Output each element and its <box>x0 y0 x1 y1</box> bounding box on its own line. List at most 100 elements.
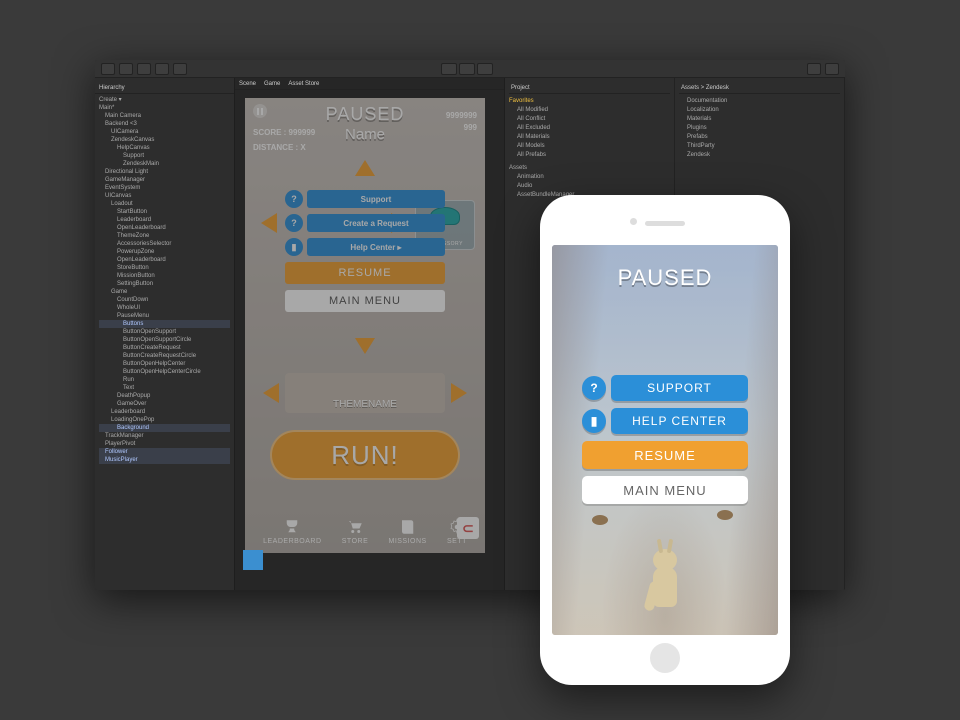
arrow-left-icon[interactable] <box>263 383 279 403</box>
hierarchy-item[interactable]: MissionButton <box>99 272 230 280</box>
hierarchy-item[interactable]: Buttons <box>99 320 230 328</box>
nav-missions[interactable]: MISSIONS <box>388 518 426 545</box>
step-button[interactable] <box>477 63 493 75</box>
hierarchy-item[interactable]: GameManager <box>99 176 230 184</box>
hierarchy-item[interactable]: Text <box>99 384 230 392</box>
phone-help-center-button[interactable]: HELP CENTER <box>611 408 748 434</box>
book-icon[interactable]: ▮ <box>285 238 303 256</box>
support-button[interactable]: Support <box>307 190 445 208</box>
project-item[interactable]: Zendesk <box>679 151 840 160</box>
theme-selector[interactable]: THEMENAME <box>285 373 445 413</box>
project-item[interactable]: Plugins <box>679 124 840 133</box>
hierarchy-item[interactable]: Game <box>99 288 230 296</box>
help-center-button[interactable]: Help Center ▸ <box>307 238 445 256</box>
hierarchy-item[interactable]: LoadingOnePop <box>99 416 230 424</box>
hierarchy-item[interactable]: UICanvas <box>99 192 230 200</box>
project-item[interactable]: ThirdParty <box>679 142 840 151</box>
hierarchy-item[interactable]: HelpCanvas <box>99 144 230 152</box>
project-item[interactable]: Documentation <box>679 97 840 106</box>
hierarchy-item[interactable]: Leaderboard <box>99 216 230 224</box>
hierarchy-item[interactable]: DeathPopup <box>99 392 230 400</box>
main-menu-button[interactable]: MAIN MENU <box>285 290 445 312</box>
project-item[interactable]: All Materials <box>509 133 670 142</box>
hierarchy-item[interactable]: WholeUI <box>99 304 230 312</box>
hierarchy-item[interactable]: SettingButton <box>99 280 230 288</box>
nav-store[interactable]: STORE <box>342 518 369 545</box>
pause-button[interactable] <box>459 63 475 75</box>
hierarchy-item[interactable]: Create ▾ <box>99 96 230 104</box>
create-request-button[interactable]: Create a Request <box>307 214 445 232</box>
hierarchy-item[interactable]: Support <box>99 152 230 160</box>
project-item[interactable]: Localization <box>679 106 840 115</box>
run-button[interactable]: RUN! <box>270 430 460 480</box>
project-item[interactable]: Materials <box>679 115 840 124</box>
selection-handle[interactable] <box>243 550 263 570</box>
hierarchy-item[interactable]: AccessoriesSelector <box>99 240 230 248</box>
hierarchy-item[interactable]: UICamera <box>99 128 230 136</box>
phone-main-menu-button[interactable]: MAIN MENU <box>582 476 748 504</box>
project-item[interactable]: All Modified <box>509 106 670 115</box>
scene-view[interactable]: PAUSED Name SCORE : 999999 DISTANCE : X … <box>245 98 485 553</box>
hierarchy-item[interactable]: ZendeskCanvas <box>99 136 230 144</box>
rect-tool[interactable] <box>173 63 187 75</box>
hierarchy-item[interactable]: ButtonOpenHelpCenterCircle <box>99 368 230 376</box>
game-tab[interactable]: Game <box>264 81 280 87</box>
hierarchy-item[interactable]: ThemeZone <box>99 232 230 240</box>
hierarchy-item[interactable]: Run <box>99 376 230 384</box>
phone-support-button[interactable]: SUPPORT <box>611 375 748 401</box>
project-item[interactable]: All Excluded <box>509 124 670 133</box>
hierarchy-item[interactable]: ZendeskMain <box>99 160 230 168</box>
asset-store-tab[interactable]: Asset Store <box>288 81 319 87</box>
layers-dropdown[interactable] <box>807 63 821 75</box>
hierarchy-item[interactable]: StartButton <box>99 208 230 216</box>
hierarchy-item[interactable]: PowerupZone <box>99 248 230 256</box>
move-tool[interactable] <box>119 63 133 75</box>
hierarchy-item[interactable]: MusicPlayer <box>99 456 230 464</box>
arrow-left-icon[interactable] <box>261 213 277 233</box>
hierarchy-item[interactable]: Background <box>99 424 230 432</box>
hierarchy-item[interactable]: ButtonOpenSupportCircle <box>99 336 230 344</box>
hierarchy-item[interactable]: Directional Light <box>99 168 230 176</box>
hierarchy-item[interactable]: ButtonCreateRequest <box>99 344 230 352</box>
nav-leaderboard[interactable]: LEADERBOARD <box>263 518 321 545</box>
phone-resume-button[interactable]: RESUME <box>582 441 748 469</box>
hierarchy-item[interactable]: TrackManager <box>99 432 230 440</box>
project-tab[interactable]: Project <box>511 85 530 91</box>
scene-tab[interactable]: Scene <box>239 81 256 87</box>
hierarchy-tree[interactable]: Create ▾ Main* Main Camera Backend <3 UI… <box>95 94 234 466</box>
project-item[interactable]: All Conflict <box>509 115 670 124</box>
hierarchy-item[interactable]: PlayerPivot <box>99 440 230 448</box>
hierarchy-item[interactable]: EventSystem <box>99 184 230 192</box>
assets-folder[interactable]: Assets <box>509 164 670 173</box>
play-button[interactable] <box>441 63 457 75</box>
question-icon[interactable]: ? <box>582 376 606 400</box>
favorites-folder[interactable]: Favorites <box>509 97 670 106</box>
hierarchy-tab[interactable]: Hierarchy <box>99 85 125 91</box>
project-item[interactable]: Prefabs <box>679 133 840 142</box>
hierarchy-item[interactable]: CountDown <box>99 296 230 304</box>
hierarchy-item[interactable]: StoreButton <box>99 264 230 272</box>
hierarchy-item[interactable]: PauseMenu <box>99 312 230 320</box>
hierarchy-item[interactable]: Leaderboard <box>99 408 230 416</box>
hierarchy-item[interactable]: Main Camera <box>99 112 230 120</box>
hierarchy-item[interactable]: Loadout <box>99 200 230 208</box>
hierarchy-item[interactable]: ButtonOpenHelpCenter <box>99 360 230 368</box>
hand-tool[interactable] <box>101 63 115 75</box>
project-item[interactable]: All Models <box>509 142 670 151</box>
question-icon[interactable]: ? <box>285 214 303 232</box>
arrow-up-icon[interactable] <box>355 160 375 176</box>
project-item[interactable]: Animation <box>509 173 670 182</box>
book-icon[interactable]: ▮ <box>582 409 606 433</box>
layout-dropdown[interactable] <box>825 63 839 75</box>
question-icon[interactable]: ? <box>285 190 303 208</box>
scale-tool[interactable] <box>155 63 169 75</box>
project-item[interactable]: Audio <box>509 182 670 191</box>
resume-button[interactable]: RESUME <box>285 262 445 284</box>
hierarchy-item[interactable]: Main* <box>99 104 230 112</box>
project-item[interactable]: All Prefabs <box>509 151 670 160</box>
hierarchy-item[interactable]: OpenLeaderboard <box>99 224 230 232</box>
hierarchy-item[interactable]: GameOver <box>99 400 230 408</box>
arrow-down-icon[interactable] <box>355 338 375 354</box>
hierarchy-item[interactable]: ButtonOpenSupport <box>99 328 230 336</box>
rotate-tool[interactable] <box>137 63 151 75</box>
